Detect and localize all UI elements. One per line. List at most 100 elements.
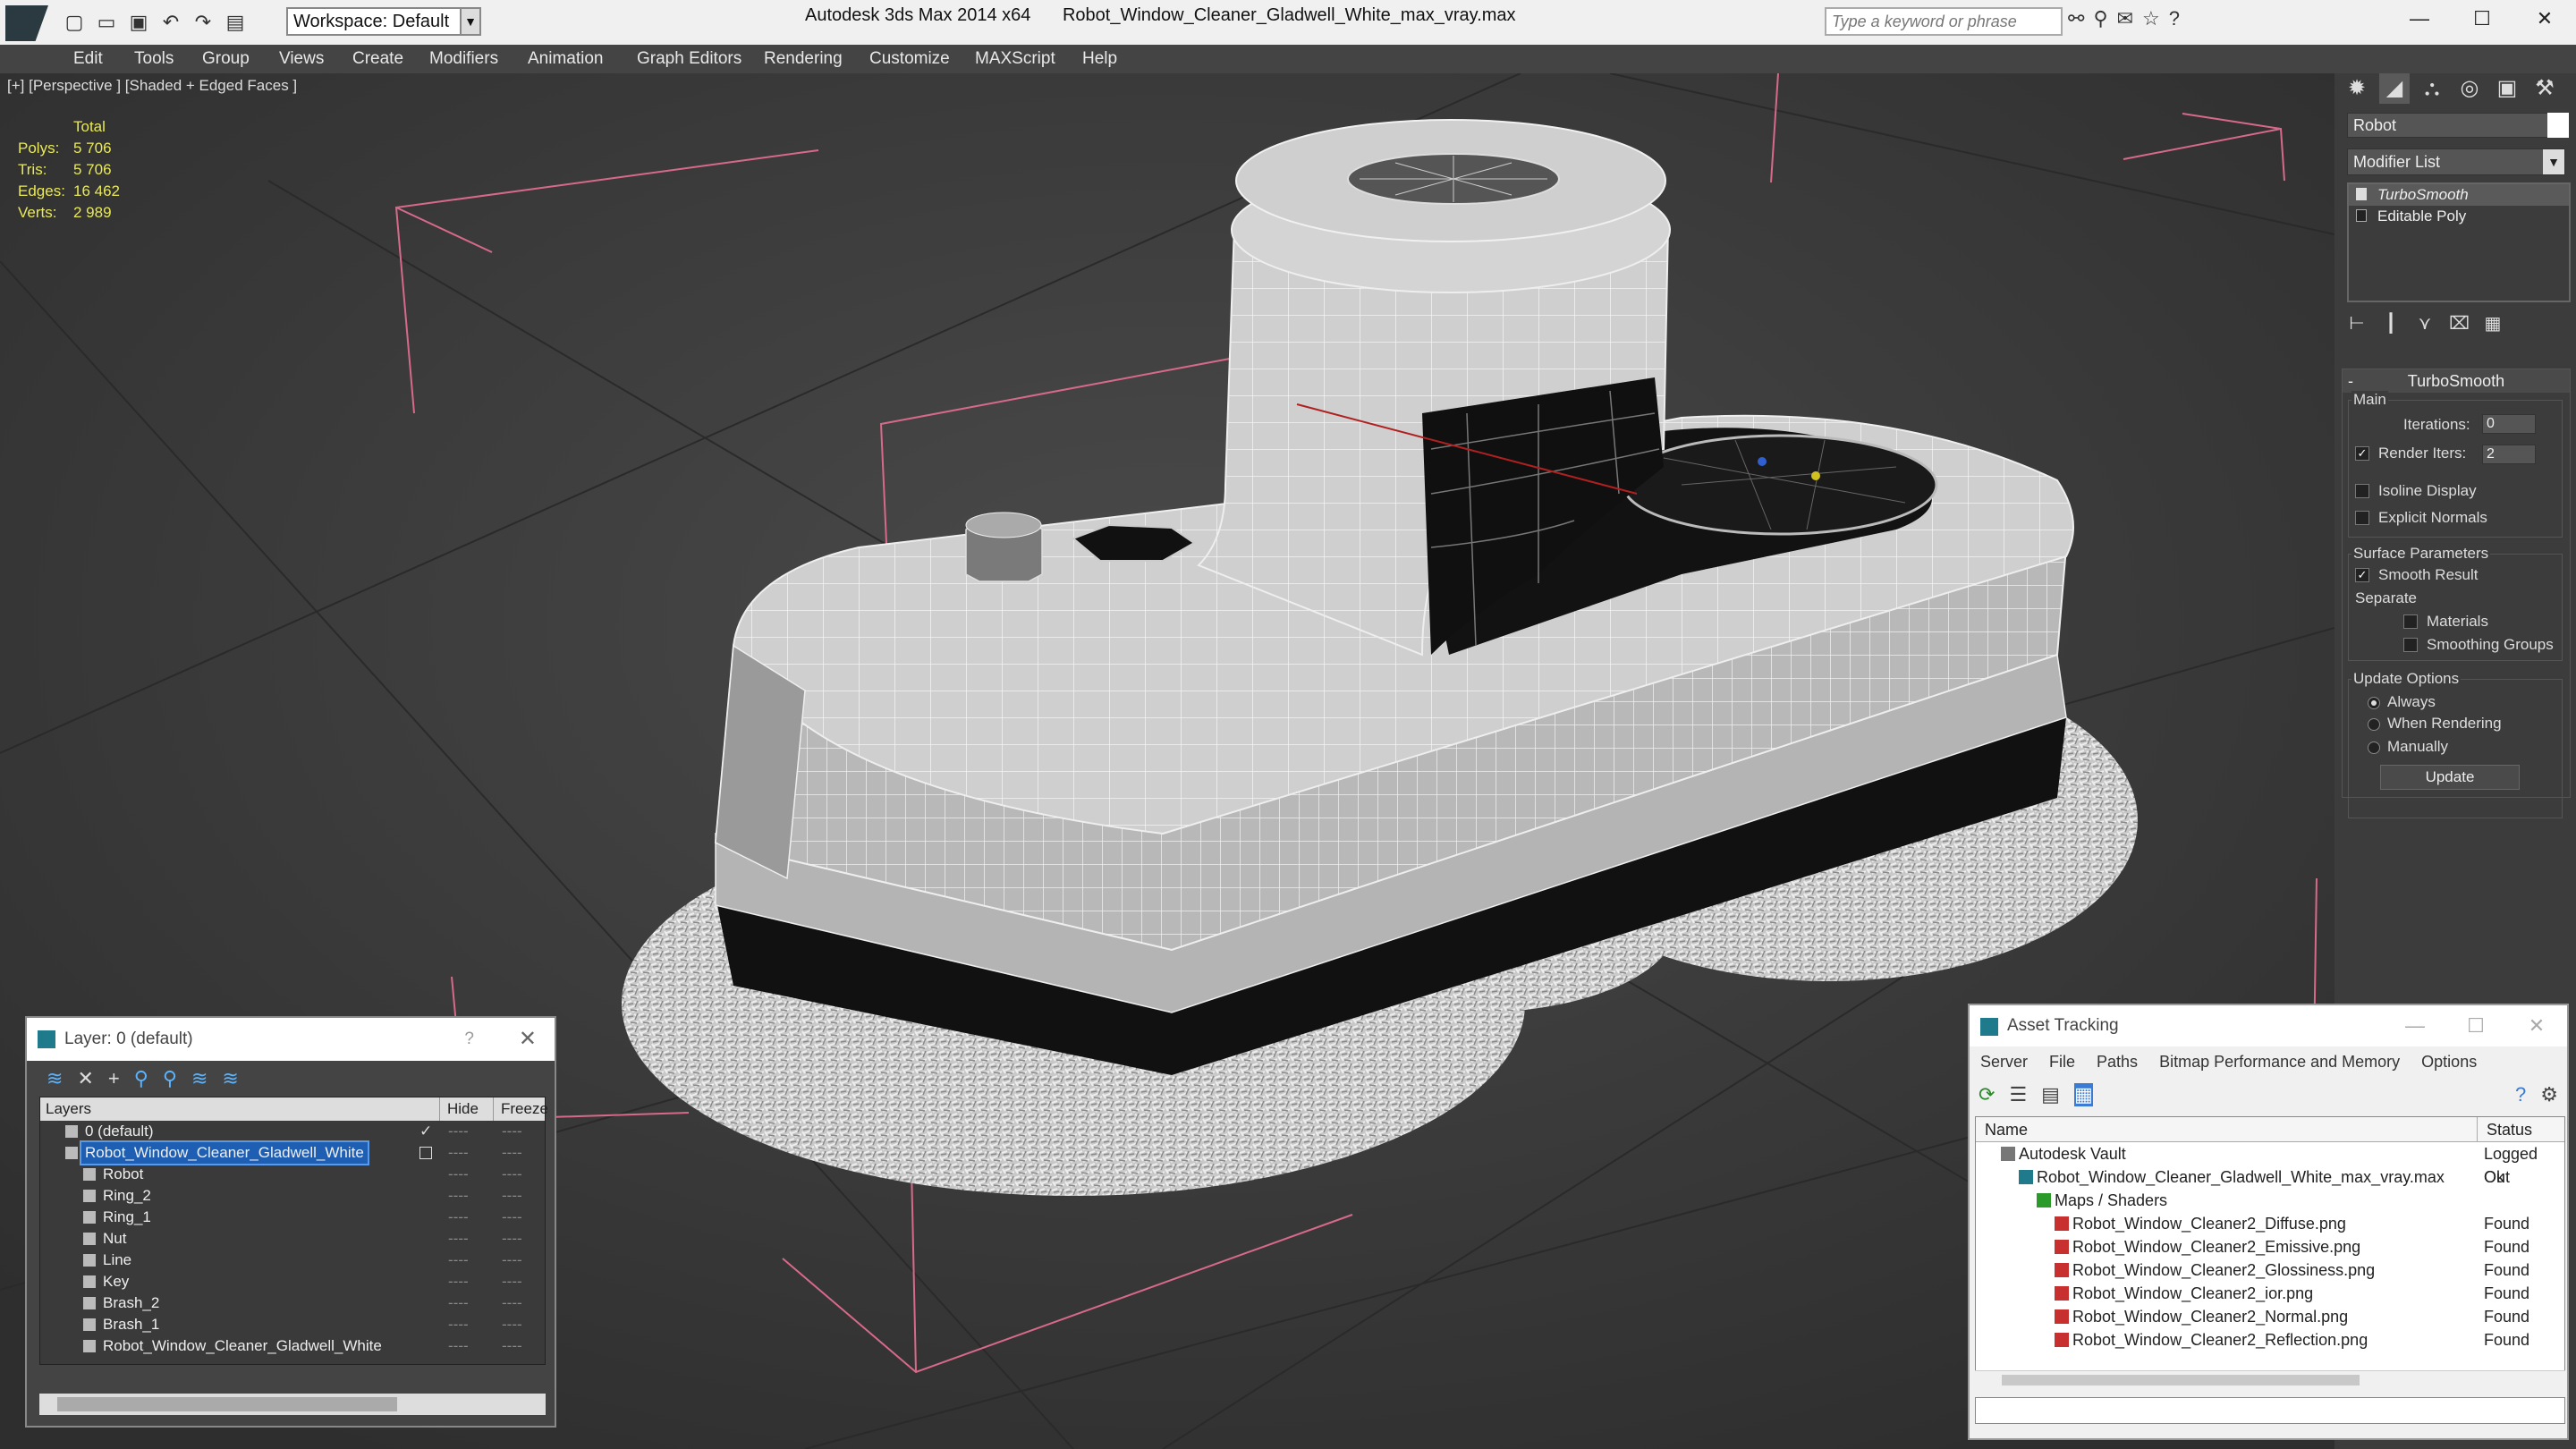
when-rendering-radio[interactable] [2368,718,2380,731]
asset-row[interactable]: Robot_Window_Cleaner2_Glossiness.png Foun… [1976,1258,2564,1282]
layer-name[interactable]: Line [99,1250,135,1271]
stack-item-turbosmooth[interactable]: TurboSmooth [2349,184,2569,206]
menu-modifiers[interactable]: Modifiers [429,45,498,73]
make-current-box-icon[interactable] [419,1147,432,1159]
freeze-toggle[interactable]: ---- [502,1207,522,1228]
layer-name[interactable]: Key [99,1271,132,1292]
asset-row[interactable]: Maps / Shaders [1976,1189,2564,1212]
layer-row[interactable]: Nut ---- ---- [40,1228,545,1250]
freeze-toggle[interactable]: ---- [502,1228,522,1250]
app-logo-icon[interactable] [5,5,48,41]
asset-menu-bitmap[interactable]: Bitmap Performance and Memory [2159,1046,2400,1077]
hide-toggle[interactable]: ---- [448,1314,469,1335]
horizontal-scrollbar[interactable] [1975,1370,2565,1388]
help-icon[interactable]: ? [2169,7,2180,30]
help-icon[interactable]: ? [2515,1083,2526,1106]
layer-row[interactable]: 0 (default) ---- ---- ✓ [40,1121,545,1142]
hide-toggle[interactable]: ---- [448,1292,469,1314]
asset-row[interactable]: Robot_Window_Cleaner2_Diffuse.png Found [1976,1212,2564,1235]
thumbnail-view-icon[interactable]: ▤ [2041,1083,2060,1106]
asset-window-titlebar[interactable]: Asset Tracking — ☐ ✕ [1970,1005,2567,1046]
object-color-swatch[interactable] [2547,113,2569,138]
asset-menu-options[interactable]: Options [2421,1046,2477,1077]
subscription-icon[interactable]: ⚲ [2093,7,2107,30]
save-icon[interactable]: ▣ [125,9,152,36]
menu-help[interactable]: Help [1082,45,1117,73]
search-input[interactable]: Type a keyword or phrase [1825,7,2063,36]
stack-item-editable-poly[interactable]: Editable Poly [2349,206,2569,227]
hierarchy-tab-icon[interactable]: ⛬ [2417,73,2447,104]
menu-create[interactable]: Create [352,45,403,73]
layer-row[interactable]: Robot_Window_Cleaner_Gladwell_White ---- -… [40,1140,545,1165]
hide-toggle[interactable]: ---- [448,1185,469,1207]
modify-tab-icon[interactable]: ◢ [2379,73,2410,104]
create-tab-icon[interactable]: ✹ [2342,73,2372,104]
menu-edit[interactable]: Edit [73,45,103,73]
layer-name[interactable]: Nut [99,1228,130,1250]
asset-row[interactable]: Robot_Window_Cleaner2_Reflection.png Foun… [1976,1328,2564,1352]
add-layer-icon[interactable]: + [108,1067,120,1090]
new-file-icon[interactable]: ▢ [61,9,88,36]
open-file-icon[interactable]: ▭ [93,9,120,36]
asset-row[interactable]: Robot_Window_Cleaner2_Normal.png Found [1976,1305,2564,1328]
hide-toggle[interactable]: ---- [448,1271,469,1292]
hide-toggle[interactable]: ---- [448,1207,469,1228]
settings-icon[interactable]: ⚙ [2540,1083,2558,1106]
freeze-toggle[interactable]: ---- [502,1250,522,1271]
layers-column-header[interactable]: Layers [46,1097,91,1121]
hide-toggle[interactable]: ---- [448,1164,469,1185]
scrollbar-thumb[interactable] [57,1397,397,1411]
layer-row[interactable]: Robot_Window_Cleaner_Gladwell_White ---- -… [40,1335,545,1357]
delete-layer-icon[interactable]: ✕ [77,1067,93,1090]
utilities-tab-icon[interactable]: ⚒ [2529,73,2560,104]
show-end-result-icon[interactable]: ┃ [2381,309,2401,338]
current-layer-check-icon[interactable]: ✓ [419,1121,432,1142]
layer-name[interactable]: Robot_Window_Cleaner_Gladwell_White [80,1140,369,1165]
render-iters-checkbox[interactable]: ✓ [2355,446,2369,461]
chevron-down-icon[interactable]: ▼ [2543,149,2564,174]
horizontal-scrollbar[interactable] [39,1394,546,1415]
project-folder-icon[interactable]: ▤ [222,9,249,36]
workspace-dropdown[interactable]: Workspace: Default [286,7,481,36]
display-tab-icon[interactable]: ▣ [2492,73,2522,104]
layer-row[interactable]: Ring_2 ---- ---- [40,1185,545,1207]
hide-toggle[interactable]: ---- [448,1250,469,1271]
menu-maxscript[interactable]: MAXScript [975,45,1055,73]
layer-row[interactable]: Key ---- ---- [40,1271,545,1292]
list-view-icon[interactable]: ☰ [2009,1083,2027,1106]
layer-row[interactable]: Robot ---- ---- [40,1164,545,1185]
viewport-label[interactable]: [+] [Perspective ] [Shaded + Edged Faces… [7,77,297,95]
asset-menu-paths[interactable]: Paths [2097,1046,2138,1077]
asset-row[interactable]: Robot_Window_Cleaner2_ior.png Found [1976,1282,2564,1305]
rollout-header[interactable]: - TurboSmooth [2343,369,2570,393]
object-name-field[interactable]: Robot [2347,113,2551,138]
menu-group[interactable]: Group [202,45,250,73]
hide-all-icon[interactable]: ≋ [191,1067,208,1090]
minimize-icon[interactable]: — [2385,1005,2445,1046]
help-icon[interactable]: ? [464,1018,474,1061]
undo-icon[interactable]: ↶ [157,9,184,36]
layer-name[interactable]: Brash_2 [99,1292,163,1314]
binoculars-icon[interactable]: ⚯ [2068,7,2084,30]
modifier-list-dropdown[interactable]: Modifier List ▼ [2347,148,2565,175]
pin-stack-icon[interactable]: ⊢ [2347,309,2367,338]
freeze-toggle[interactable]: ---- [502,1292,522,1314]
asset-menu-server[interactable]: Server [1980,1046,2028,1077]
freeze-toggle[interactable]: ---- [502,1314,522,1335]
asset-row[interactable]: Robot_Window_Cleaner2_Emissive.png Found [1976,1235,2564,1258]
remove-modifier-icon[interactable]: ⌧ [2449,309,2470,338]
freeze-toggle[interactable]: ---- [502,1335,522,1357]
manually-radio[interactable] [2368,741,2380,754]
asset-row[interactable]: Autodesk Vault Logged Out [1976,1142,2564,1186]
iterations-spinner[interactable]: 0 [2482,414,2536,434]
freeze-all-icon[interactable]: ≋ [222,1067,238,1090]
communication-icon[interactable]: ✉ [2117,7,2133,30]
isoline-display-checkbox[interactable] [2355,484,2369,498]
materials-checkbox[interactable] [2403,614,2418,629]
smooth-result-checkbox[interactable]: ✓ [2355,568,2369,582]
close-icon[interactable]: ✕ [2513,0,2576,38]
layer-name[interactable]: Robot_Window_Cleaner_Gladwell_White [99,1335,386,1357]
menu-graph-editors[interactable]: Graph Editors [637,45,741,73]
always-radio[interactable] [2368,697,2380,709]
expand-icon[interactable] [2356,209,2367,222]
